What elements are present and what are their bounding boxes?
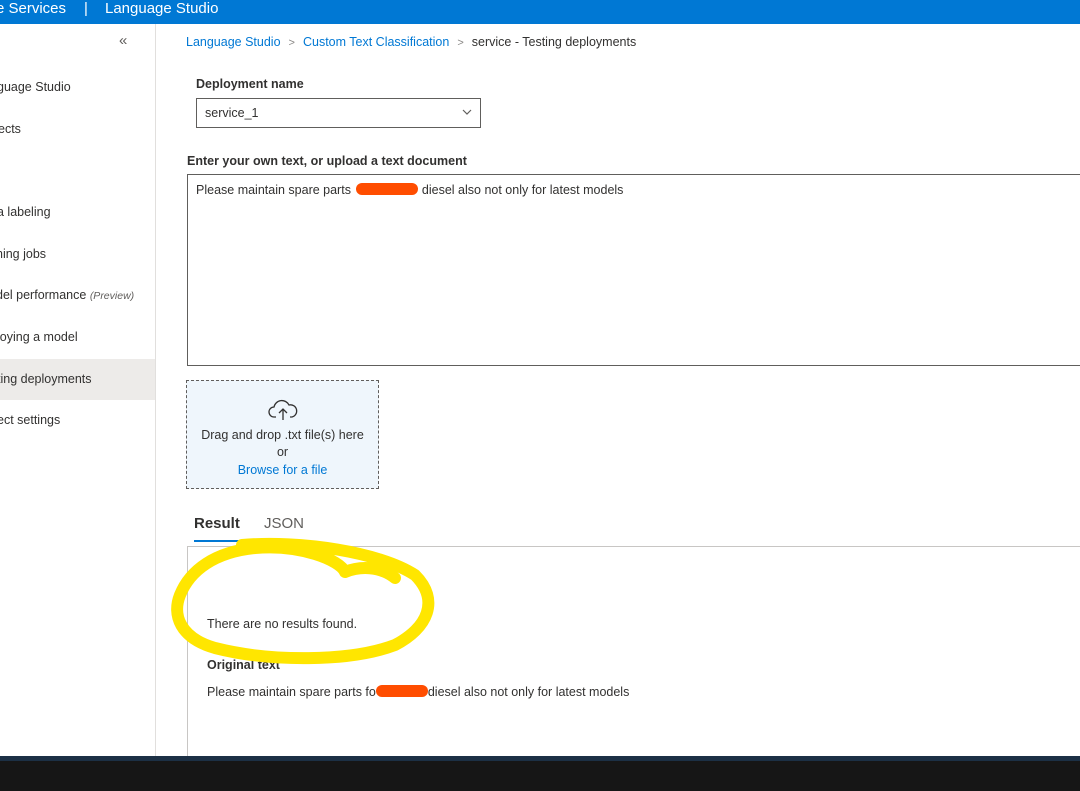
taskbar (0, 756, 1080, 791)
input-text-area[interactable]: Please maintain spare parts diesel also … (187, 174, 1080, 366)
drop-instructions: Drag and drop .txt file(s) here (201, 428, 364, 442)
sidebar-item-label: ting deployments (0, 372, 92, 386)
chevron-right-icon: > (288, 37, 295, 49)
sidebar-item-language-studio[interactable]: guage Studio (0, 67, 155, 108)
service-name: e Services (0, 0, 67, 17)
preview-tag: (Preview) (89, 290, 135, 302)
sidebar-item-label: ects (0, 122, 21, 136)
sidebar-item-model-performance[interactable]: del performance (Preview) (0, 275, 155, 316)
app-name[interactable]: Language Studio (105, 0, 218, 17)
breadcrumb-current: service - Testing deployments (471, 35, 637, 49)
cloud-upload-icon (268, 399, 298, 420)
input-text-label: Enter your own text, or upload a text do… (187, 154, 467, 168)
sidebar-item-label: guage Studio (0, 80, 71, 94)
sidebar-item-project-settings[interactable]: ect settings (0, 400, 155, 441)
sidebar-item-label: del performance (0, 288, 87, 302)
original-text-start: Please maintain spare parts fo (207, 685, 376, 699)
redaction-mark (375, 685, 428, 697)
sidebar-item-label: ning jobs (0, 247, 47, 261)
drop-or-text: or (276, 445, 289, 459)
no-results-message: There are no results found. (207, 617, 358, 631)
deployment-name-dropdown[interactable]: service_1 (196, 98, 481, 128)
topbar-separator: | (84, 0, 88, 17)
sidebar-item-label: a labeling (0, 205, 51, 219)
input-text-start: Please maintain spare parts (196, 183, 351, 197)
app-body: « guage Studio ects a labeling ning jobs… (0, 24, 1080, 756)
chevron-right-icon: > (457, 37, 464, 49)
sidebar-item-label: loying a model (0, 330, 78, 344)
top-navigation-bar: e Services | Language Studio (0, 0, 1080, 24)
browse-file-link[interactable]: Browse for a file (187, 463, 378, 477)
sidebar-item-projects[interactable]: ects (0, 109, 155, 150)
file-drop-zone[interactable]: Drag and drop .txt file(s) here or Brows… (186, 380, 379, 489)
sidebar-item-training-jobs[interactable]: ning jobs (0, 234, 155, 275)
original-text-end: diesel also not only for latest models (427, 685, 630, 699)
breadcrumb-language-studio[interactable]: Language Studio (186, 35, 281, 49)
tab-json[interactable]: JSON (264, 515, 304, 532)
input-text-end: diesel also not only for latest models (421, 183, 624, 197)
breadcrumb-custom-text-classification[interactable]: Custom Text Classification (303, 35, 449, 49)
result-panel: There are no results found. Original tex… (187, 546, 1080, 756)
main-content: Language Studio > Custom Text Classificati… (156, 24, 1080, 756)
breadcrumb: Language Studio > Custom Text Classificati… (186, 35, 636, 49)
original-text-label: Original text (207, 658, 280, 672)
collapse-sidebar-icon[interactable]: « (119, 32, 127, 49)
original-text: Please maintain spare parts fo diesel als… (207, 685, 629, 699)
sidebar-item-label: ect settings (0, 413, 61, 427)
redaction-mark (356, 183, 419, 195)
sidebar-item-data-labeling[interactable]: a labeling (0, 192, 155, 233)
deployment-name-label: Deployment name (196, 77, 304, 91)
chevron-down-icon (462, 109, 472, 115)
sidebar: « guage Studio ects a labeling ning jobs… (0, 24, 156, 756)
sidebar-item-deploying-a-model[interactable]: loying a model (0, 317, 155, 358)
deployment-name-value: service_1 (205, 106, 259, 120)
sidebar-item-testing-deployments[interactable]: ting deployments (0, 359, 155, 400)
tab-result[interactable]: Result (194, 515, 241, 542)
